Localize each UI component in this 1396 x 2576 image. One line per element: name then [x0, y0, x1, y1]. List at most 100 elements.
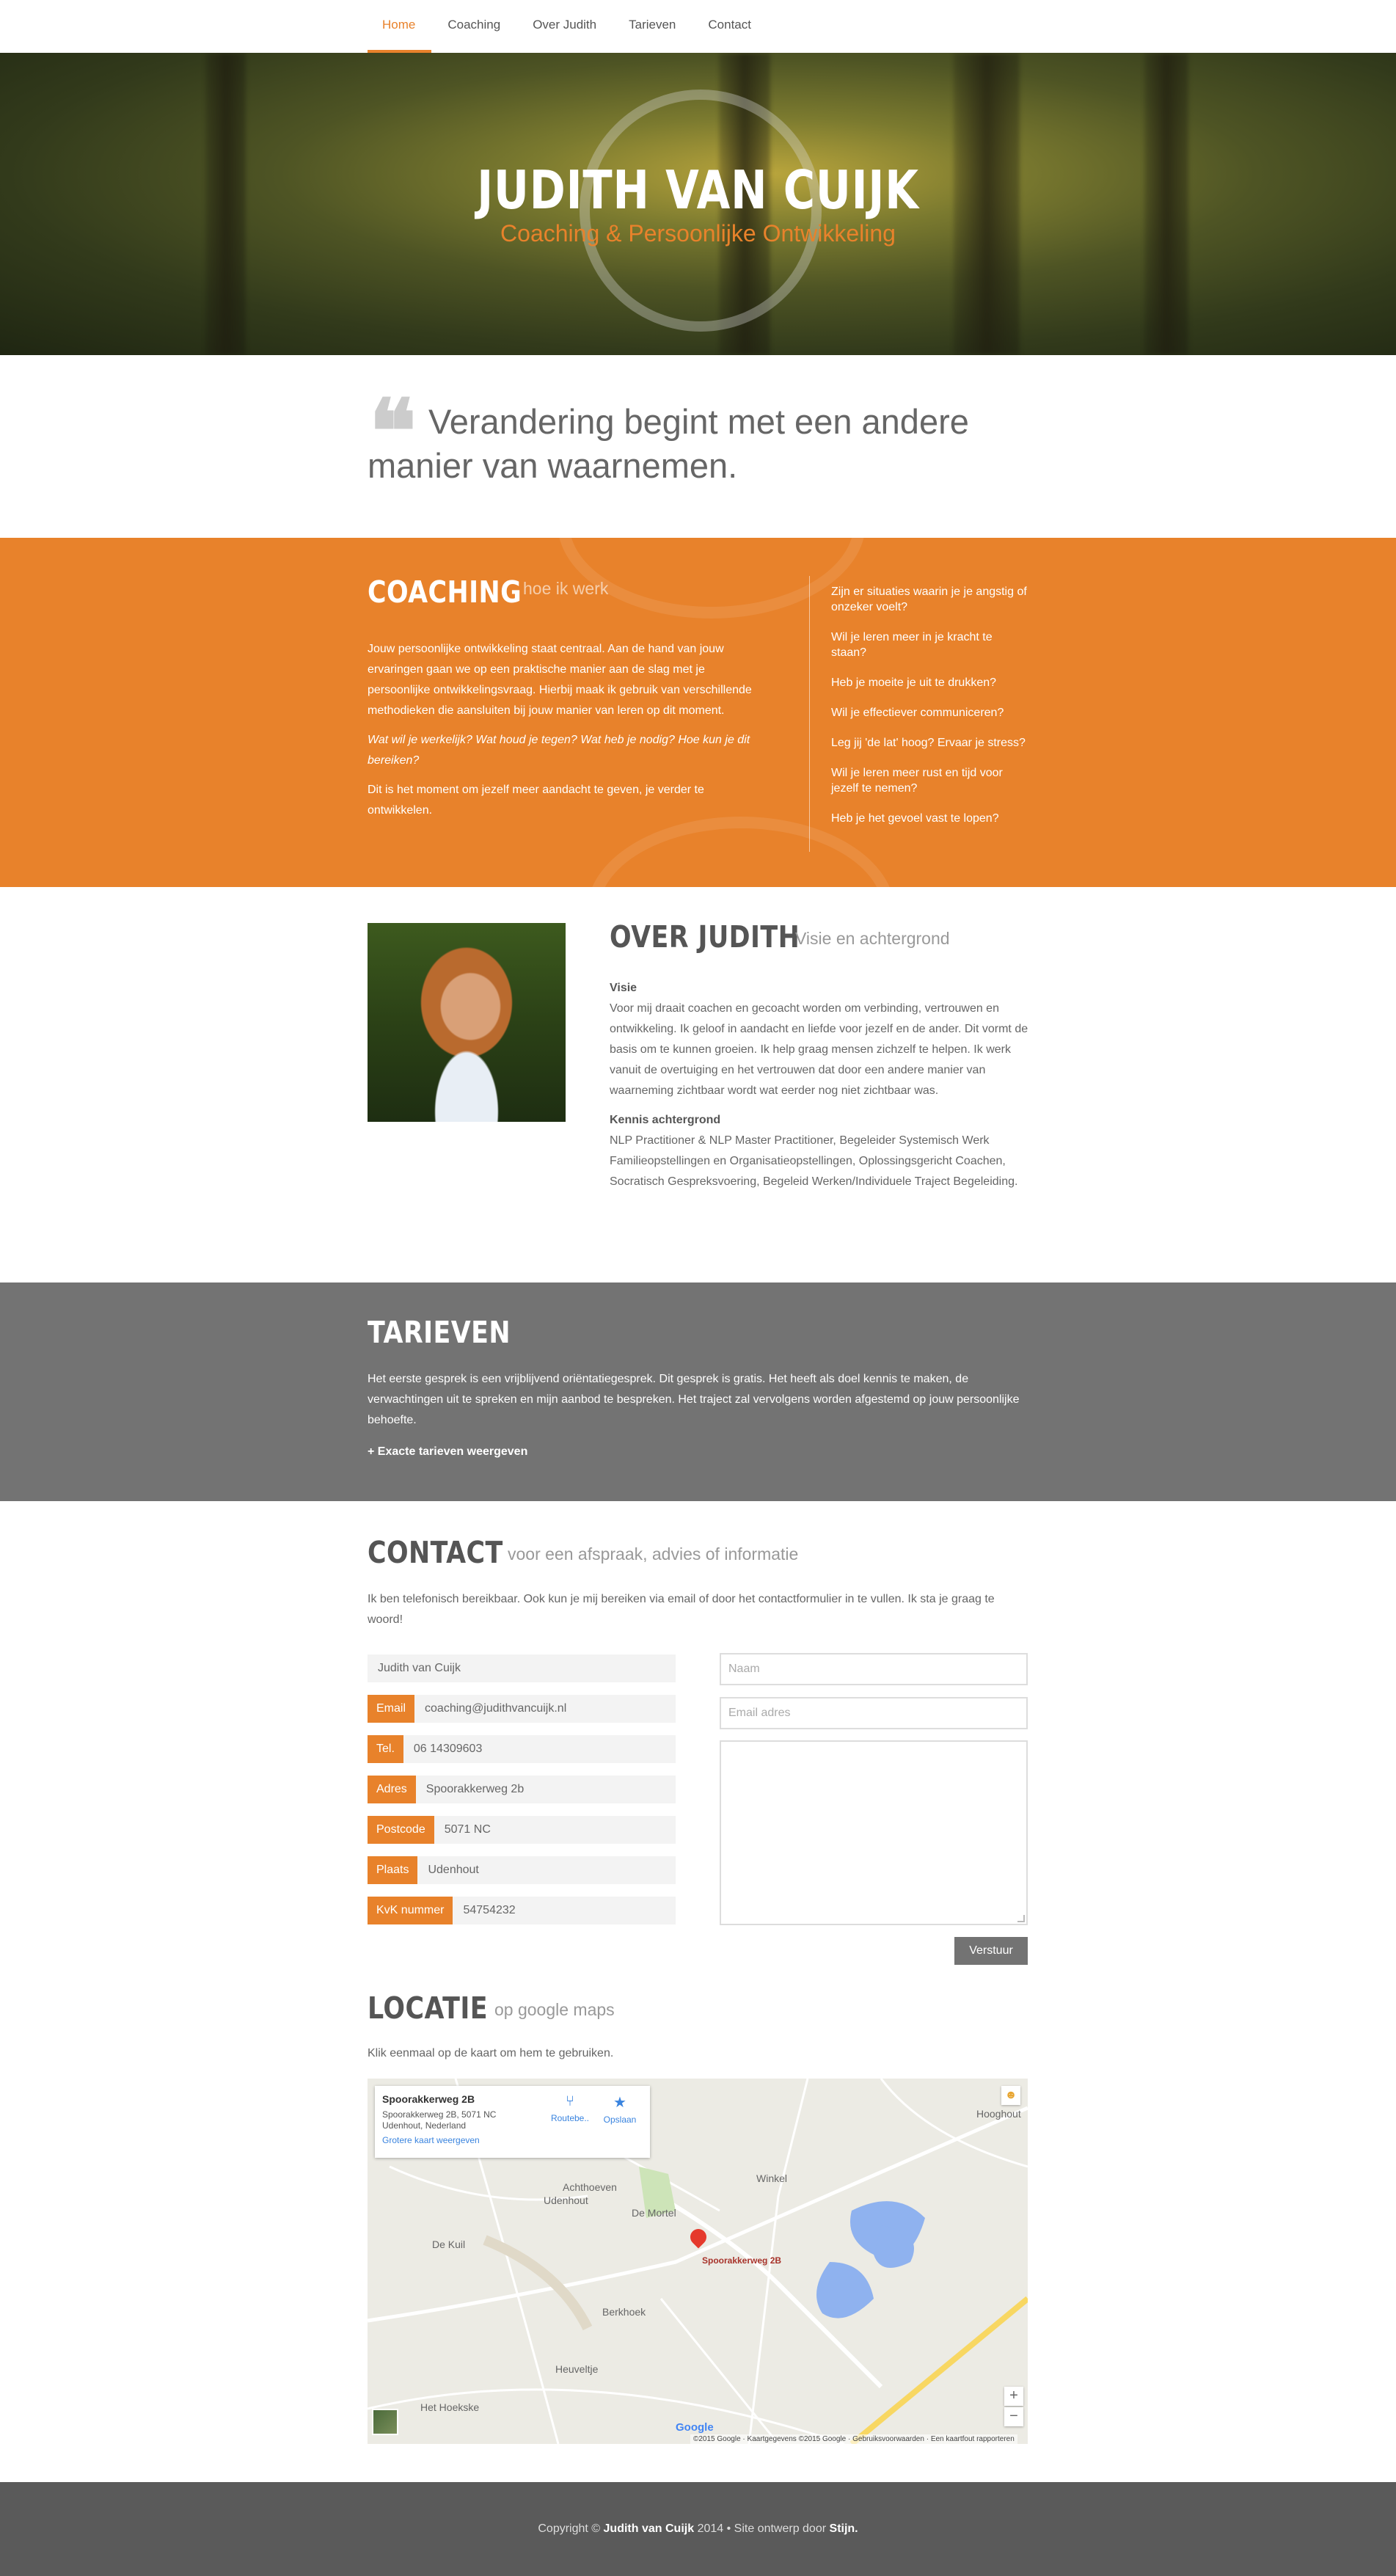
contact-name-row: Judith van Cuijk — [368, 1654, 676, 1682]
contact-email-value[interactable]: coaching@judithvancuijk.nl — [425, 1702, 566, 1715]
map-place-label: De Mortel — [632, 2207, 676, 2219]
pegman-icon[interactable]: ☻ — [1001, 2086, 1020, 2105]
zoom-in-button[interactable]: + — [1004, 2387, 1023, 2406]
contact-subtitle: voor een afspraak, advies of informatie — [508, 1544, 799, 1564]
contact-label: Plaats — [368, 1856, 418, 1884]
locatie-subtitle: op google maps — [494, 2000, 615, 2019]
vertical-divider — [809, 576, 810, 852]
tarieven-section: TARIEVEN Het eerste gesprek is een vrijb… — [0, 1282, 1396, 1501]
map-credits[interactable]: ©2015 Google · Kaartgegevens ©2015 Googl… — [690, 2434, 1017, 2444]
contact-address-row: Adres Spoorakkerweg 2b — [368, 1776, 676, 1803]
over-body: Visie Voor mij draait coachen en gecoacht… — [610, 978, 1031, 1201]
designer-link[interactable]: Stijn. — [830, 2522, 858, 2535]
over-subtitle: Visie en achtergrond — [795, 929, 950, 948]
zoom-out-button[interactable]: − — [1004, 2407, 1023, 2426]
nav-coaching[interactable]: Coaching — [431, 0, 516, 53]
visie-text: Voor mij draait coachen en gecoacht word… — [610, 1002, 1028, 1097]
list-item: Wil je leren meer rust en tijd voor jeze… — [831, 767, 1003, 795]
save-label: Opslaan — [603, 2115, 637, 2125]
map-place-label: Achthoeven — [563, 2181, 617, 2193]
map-pin-label: Spoorakkerweg 2B — [702, 2255, 782, 2266]
locatie-intro: Klik eenmaal op de kaart om hem te gebru… — [368, 2047, 614, 2059]
locatie-title: LOCATIE — [368, 1991, 488, 2026]
contact-name: Judith van Cuijk — [378, 1662, 461, 1674]
larger-map-link[interactable]: Grotere kaart weergeven — [382, 2135, 643, 2145]
contact-kvk-row: KvK nummer 54754232 — [368, 1897, 676, 1924]
contact-intro: Ik ben telefonisch bereikbaar. Ook kun j… — [368, 1593, 995, 1626]
map-place-label: De Kuil — [432, 2239, 466, 2250]
star-icon: ★ — [613, 2095, 626, 2111]
nav-over-judith[interactable]: Over Judith — [516, 0, 613, 53]
nav-contact[interactable]: Contact — [692, 0, 767, 53]
hero-banner: JUDITH VAN CUIJK Coaching & Persoonlijke… — [0, 53, 1396, 355]
directions-icon: ⑂ — [566, 2093, 574, 2109]
contact-label: Email — [368, 1695, 415, 1723]
hero-title: JUDITH VAN CUIJK — [477, 159, 919, 221]
brush-decoration — [558, 538, 866, 619]
coaching-section: COACHING hoe ik werk Jouw persoonlijke o… — [0, 538, 1396, 887]
tarieven-title: TARIEVEN — [368, 1315, 511, 1350]
list-item: Zijn er situaties waarin je je angstig o… — [831, 585, 1027, 613]
message-textarea[interactable] — [720, 1740, 1028, 1925]
submit-button[interactable]: Verstuur — [954, 1937, 1028, 1965]
copyright-prefix: Copyright © — [538, 2522, 601, 2535]
main-nav: Home Coaching Over Judith Tarieven Conta… — [0, 0, 1396, 53]
contact-phone-row: Tel. 06 14309603 — [368, 1735, 676, 1763]
save-button[interactable]: ★ Opslaan — [595, 2093, 645, 2125]
kennis-label: Kennis achtergrond — [610, 1114, 721, 1126]
contact-city-row: Plaats Udenhout — [368, 1856, 676, 1884]
kennis-text: NLP Practitioner & NLP Master Practition… — [610, 1134, 1018, 1188]
contact-address-value: Spoorakkerweg 2b — [425, 1783, 525, 1795]
nav-home[interactable]: Home — [368, 0, 432, 53]
map-place-label: Udenhout — [544, 2194, 588, 2206]
contact-phone-value: 06 14309603 — [413, 1743, 483, 1755]
map-place-label: Heuveltje — [555, 2363, 599, 2375]
name-field[interactable]: Naam — [720, 1653, 1028, 1685]
satellite-toggle[interactable] — [372, 2409, 398, 2435]
map-place-label: Winkel — [756, 2172, 788, 2184]
coaching-paragraph: Dit is het moment om jezelf meer aandach… — [368, 784, 704, 817]
copyright-name: Judith van Cuijk — [603, 2522, 695, 2535]
route-label: Routebe.. — [550, 2113, 590, 2123]
visie-label: Visie — [610, 982, 637, 994]
coaching-paragraph: Jouw persoonlijke ontwikkeling staat cen… — [368, 643, 752, 717]
contact-postcode-value: 5071 NC — [444, 1823, 491, 1836]
email-field[interactable]: Email adres — [720, 1697, 1028, 1729]
google-map[interactable]: Hooghout Winkel Achthoeven Udenhout De M… — [368, 2079, 1028, 2444]
footer: Copyright © Judith van Cuijk 2014 • Site… — [0, 2482, 1396, 2576]
list-item: Heb je moeite je uit te drukken? — [831, 676, 997, 689]
route-button[interactable]: ⑂ Routebe.. — [545, 2093, 595, 2123]
map-address: Spoorakkerweg 2B, 5071 NC Udenhout, Nede… — [382, 2109, 497, 2131]
map-info-card: Spoorakkerweg 2B Spoorakkerweg 2B, 5071 … — [375, 2086, 650, 2158]
coaching-title: COACHING — [368, 574, 522, 610]
coaching-questions-italic: Wat wil je werkelijk? Wat houd je tegen?… — [368, 734, 750, 767]
contact-label: Adres — [368, 1776, 416, 1803]
google-logo: Google — [676, 2421, 714, 2434]
contact-label: KvK nummer — [368, 1897, 453, 1924]
coaching-question-list: Zijn er situaties waarin je je angstig o… — [831, 584, 1031, 841]
coaching-text: Jouw persoonlijke ontwikkeling staat cen… — [368, 639, 764, 830]
contact-title: CONTACT — [368, 1535, 503, 1570]
coaching-subtitle: hoe ik werk — [523, 579, 609, 598]
contact-label: Postcode — [368, 1816, 434, 1844]
copyright-year: 2014 • Site ontwerp door — [697, 2522, 827, 2535]
tarieven-text: Het eerste gesprek is een vrijblijvend o… — [368, 1373, 1020, 1426]
contact-email-row: Email coaching@judithvancuijk.nl — [368, 1695, 676, 1723]
contact-postcode-row: Postcode 5071 NC — [368, 1816, 676, 1844]
hero-subtitle: Coaching & Persoonlijke Ontwikkeling — [500, 220, 896, 247]
nav-tarieven[interactable]: Tarieven — [613, 0, 692, 53]
resize-handle-icon[interactable] — [1017, 1915, 1025, 1922]
list-item: Leg jij 'de lat' hoog? Ervaar je stress? — [831, 737, 1026, 749]
list-item: Wil je leren meer in je kracht te staan? — [831, 631, 993, 659]
tarieven-link[interactable]: + Exacte tarieven weergeven — [368, 1445, 527, 1459]
map-place-label: Het Hoekske — [420, 2401, 480, 2413]
over-title: OVER JUDITH — [610, 919, 800, 955]
list-item: Wil je effectiever communiceren? — [831, 707, 1004, 719]
quote-text: Verandering begint met een andere manier… — [368, 402, 969, 485]
contact-label: Tel. — [368, 1735, 403, 1763]
contact-city-value: Udenhout — [428, 1864, 479, 1876]
list-item: Heb je het gevoel vast te lopen? — [831, 812, 999, 825]
map-place-label: Hooghout — [976, 2108, 1021, 2120]
contact-kvk-value: 54754232 — [463, 1904, 516, 1916]
portrait-photo — [368, 923, 566, 1122]
